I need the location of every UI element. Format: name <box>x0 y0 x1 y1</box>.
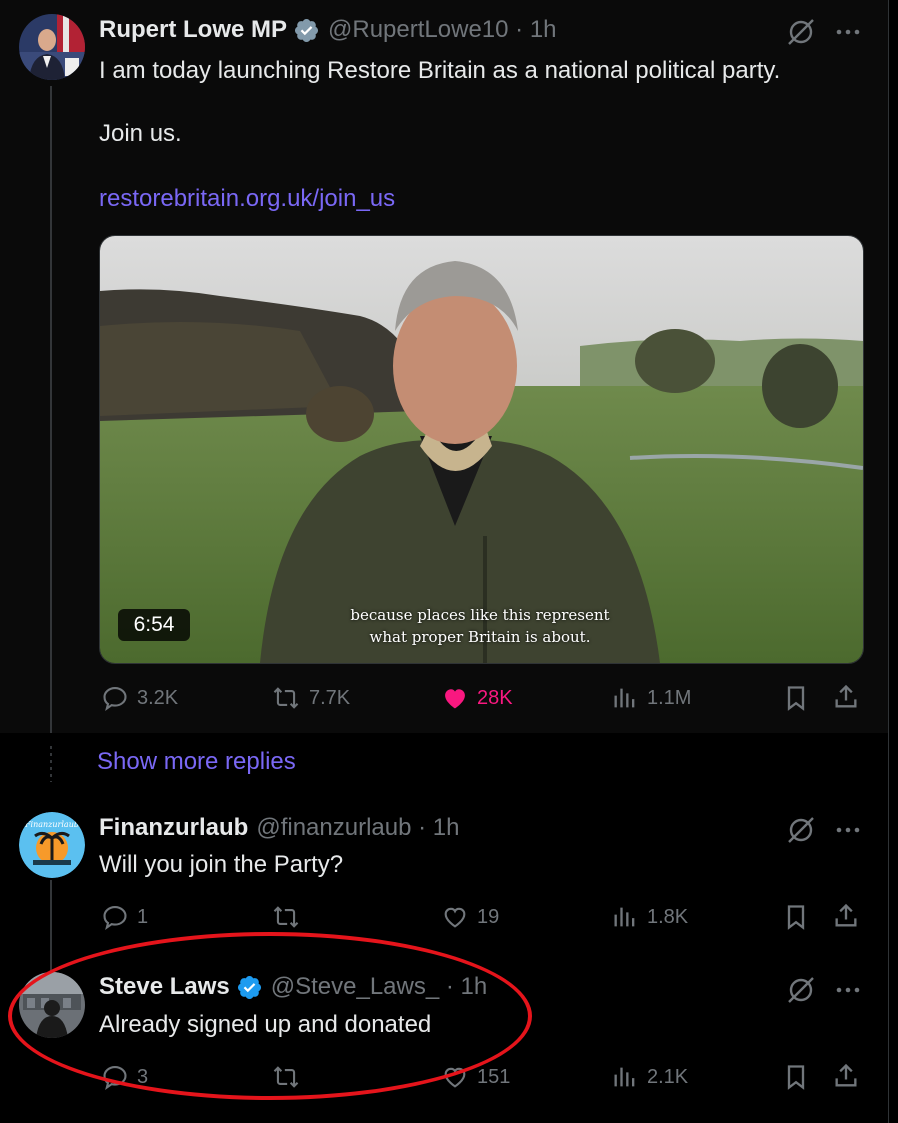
thread-line <box>50 86 52 733</box>
reply2-views-count: 2.1K <box>647 1065 689 1088</box>
svg-text:Finanzurlaub: Finanzurlaub <box>24 820 79 829</box>
share-button[interactable] <box>832 683 868 711</box>
thread-line <box>50 880 52 974</box>
tweet-link[interactable]: restorebritain.org.uk/join_us <box>99 185 395 213</box>
reply1-author-name[interactable]: Finanzurlaub <box>99 814 248 842</box>
author-name[interactable]: Rupert Lowe MP <box>99 16 287 44</box>
bookmark-icon <box>787 686 805 711</box>
bookmark-icon <box>787 1065 805 1090</box>
tweet-text-line1: I am today launching Restore Britain as … <box>99 57 781 84</box>
reply2-share-button[interactable] <box>832 1062 868 1090</box>
views-bars-icon <box>614 688 635 708</box>
more-dots-icon[interactable] <box>834 18 862 46</box>
grok-slash-icon[interactable] <box>786 975 816 1005</box>
thread-dotted-line <box>50 746 52 782</box>
tweet-text-line2: Join us. <box>99 120 182 147</box>
heart-icon <box>445 689 465 709</box>
share-icon <box>835 684 857 708</box>
avatar-rupert-lowe[interactable] <box>19 14 85 80</box>
reply-bubble-icon <box>103 906 127 931</box>
author-handle[interactable]: @RupertLowe10 · 1h <box>328 16 557 44</box>
share-icon <box>835 903 857 927</box>
repost-button[interactable]: 7.7K <box>271 684 350 712</box>
reply1-like-button[interactable]: 19 <box>441 903 499 931</box>
reply2-views-button[interactable]: 2.1K <box>611 1063 688 1091</box>
reply1-header: Finanzurlaub @finanzurlaub · 1h <box>99 814 460 842</box>
views-count: 1.1M <box>647 686 692 709</box>
caption-line2: what proper Britain is about. <box>369 628 591 646</box>
avatar-finanzurlaub[interactable]: Finanzurlaub <box>19 812 85 878</box>
views-button[interactable]: 1.1M <box>611 684 691 712</box>
more-dots-icon[interactable] <box>834 976 862 1004</box>
heart-icon <box>444 907 466 928</box>
repost-arrows-icon <box>273 906 299 928</box>
video-thumbnail[interactable] <box>99 235 864 664</box>
reply1-views-count: 1.8K <box>647 905 689 928</box>
bookmark-icon <box>787 905 805 930</box>
reply1-bookmark-button[interactable] <box>782 903 818 931</box>
caption-line1: because places like this represent <box>350 606 610 624</box>
reply1-author-handle[interactable]: @finanzurlaub · 1h <box>256 814 459 842</box>
reply1-text: Will you join the Party? <box>99 851 344 878</box>
grok-slash-icon[interactable] <box>786 17 816 47</box>
right-divider <box>888 0 889 1123</box>
reply-button[interactable]: 3.2K <box>101 684 178 712</box>
video-duration: 6:54 <box>118 609 190 641</box>
like-button[interactable]: 28K <box>441 684 513 712</box>
share-icon <box>835 1063 857 1087</box>
video-caption: because places like this represent what … <box>260 604 700 648</box>
reply1-reply-button[interactable]: 1 <box>101 903 148 931</box>
highlight-oval-annotation <box>8 932 532 1100</box>
main-tweet-header: Rupert Lowe MP @RupertLowe10 · 1h <box>99 16 557 44</box>
reply1-reply-count: 1 <box>137 905 149 928</box>
reply1-views-button[interactable]: 1.8K <box>611 903 688 931</box>
reply2-like-count: 151 <box>477 1065 511 1088</box>
verified-badge-icon <box>293 17 320 44</box>
grok-slash-icon[interactable] <box>786 815 816 845</box>
repost-count: 7.7K <box>309 686 351 709</box>
bookmark-button[interactable] <box>782 684 818 712</box>
show-more-replies[interactable]: Show more replies <box>97 748 296 776</box>
views-bars-icon <box>614 907 635 927</box>
reply-count: 3.2K <box>137 686 179 709</box>
reply-bubble-icon <box>103 687 127 712</box>
reply2-bookmark-button[interactable] <box>782 1063 818 1091</box>
more-dots-icon[interactable] <box>834 816 862 844</box>
reply1-share-button[interactable] <box>832 902 868 930</box>
repost-arrows-icon <box>273 687 299 709</box>
reply1-like-count: 19 <box>477 905 500 928</box>
reply1-repost-button[interactable] <box>271 903 309 931</box>
views-bars-icon <box>614 1067 635 1087</box>
like-count: 28K <box>477 686 513 709</box>
